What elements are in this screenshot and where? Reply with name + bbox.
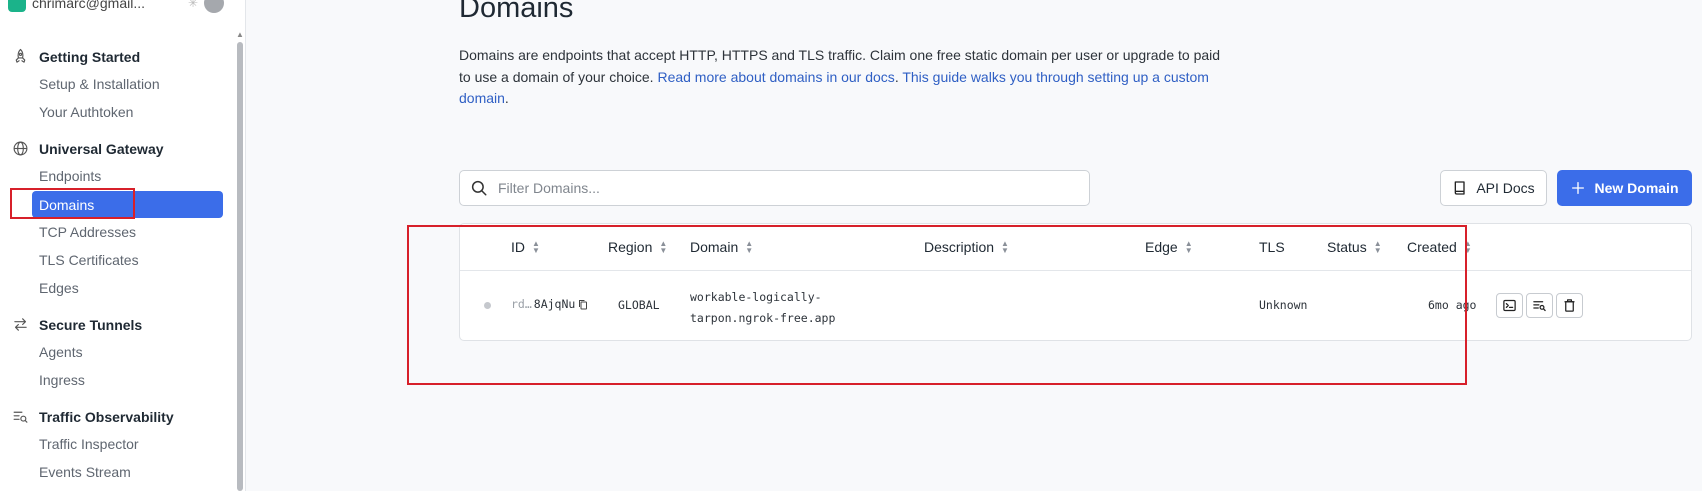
sidebar-item-setup-installation[interactable]: Setup & Installation (39, 76, 160, 92)
filter-domains-field[interactable] (459, 170, 1090, 206)
terminal-icon (1503, 299, 1516, 312)
api-docs-label: API Docs (1476, 180, 1535, 196)
delete-domain-button[interactable] (1556, 293, 1583, 318)
api-docs-button[interactable]: API Docs (1440, 170, 1547, 206)
sidebar-item-ingress[interactable]: Ingress (39, 372, 85, 388)
section-getting-started[interactable]: Getting Started (12, 48, 140, 65)
new-domain-label: New Domain (1594, 180, 1679, 196)
section-secure-tunnels[interactable]: Secure Tunnels (12, 316, 142, 333)
section-title: Getting Started (39, 48, 141, 65)
globe-icon (13, 141, 28, 156)
account-switcher[interactable]: chrimarc@gmail... ✳ (8, 0, 225, 14)
arrows-swap-icon (14, 318, 27, 331)
list-search-icon (13, 411, 28, 423)
section-traffic-observability[interactable]: Traffic Observability (12, 408, 174, 425)
sidebar-item-endpoints[interactable]: Endpoints (39, 168, 101, 184)
sidebar-item-tls-certificates[interactable]: TLS Certificates (39, 252, 139, 268)
list-search-icon (1533, 301, 1546, 312)
highlight-annotation-domains (10, 188, 135, 219)
plus-icon (1572, 182, 1585, 194)
sidebar-item-traffic-inspector[interactable]: Traffic Inspector (39, 436, 139, 452)
section-universal-gateway[interactable]: Universal Gateway (12, 140, 164, 157)
sidebar: chrimarc@gmail... ✳ ▲ Getting Started Se… (0, 0, 246, 491)
sidebar-item-your-authtoken[interactable]: Your Authtoken (39, 104, 133, 120)
highlight-annotation-table (407, 225, 1467, 385)
sidebar-item-agents[interactable]: Agents (39, 344, 83, 360)
sidebar-item-edges[interactable]: Edges (39, 280, 79, 296)
org-logo (8, 0, 26, 12)
new-domain-button[interactable]: New Domain (1557, 170, 1692, 206)
book-icon (1454, 181, 1465, 195)
section-title: Traffic Observability (39, 408, 174, 425)
description-period: . (894, 68, 899, 85)
description-period: . (504, 90, 509, 106)
page-description: Domains are endpoints that accept HTTP, … (459, 45, 1229, 110)
sidebar-scrollbar[interactable] (237, 42, 243, 491)
start-tunnel-button[interactable] (1496, 293, 1523, 318)
search-icon (471, 180, 487, 196)
trash-icon (1564, 299, 1575, 312)
inspect-traffic-button[interactable] (1526, 293, 1553, 318)
section-title: Universal Gateway (39, 140, 164, 157)
filter-domains-input[interactable] (496, 179, 1060, 197)
section-title: Secure Tunnels (39, 316, 143, 333)
rocket-icon (15, 48, 26, 63)
account-name: chrimarc@gmail... (32, 0, 146, 11)
page-title: Domains (459, 0, 574, 24)
sparkle-icon: ✳ (188, 0, 199, 10)
sidebar-item-tcp-addresses[interactable]: TCP Addresses (39, 224, 136, 240)
avatar[interactable] (204, 0, 225, 13)
docs-link[interactable]: Read more about domains in our docs (657, 69, 894, 85)
sidebar-item-events-stream[interactable]: Events Stream (39, 464, 131, 480)
scroll-up-arrow-icon[interactable]: ▲ (236, 30, 244, 39)
